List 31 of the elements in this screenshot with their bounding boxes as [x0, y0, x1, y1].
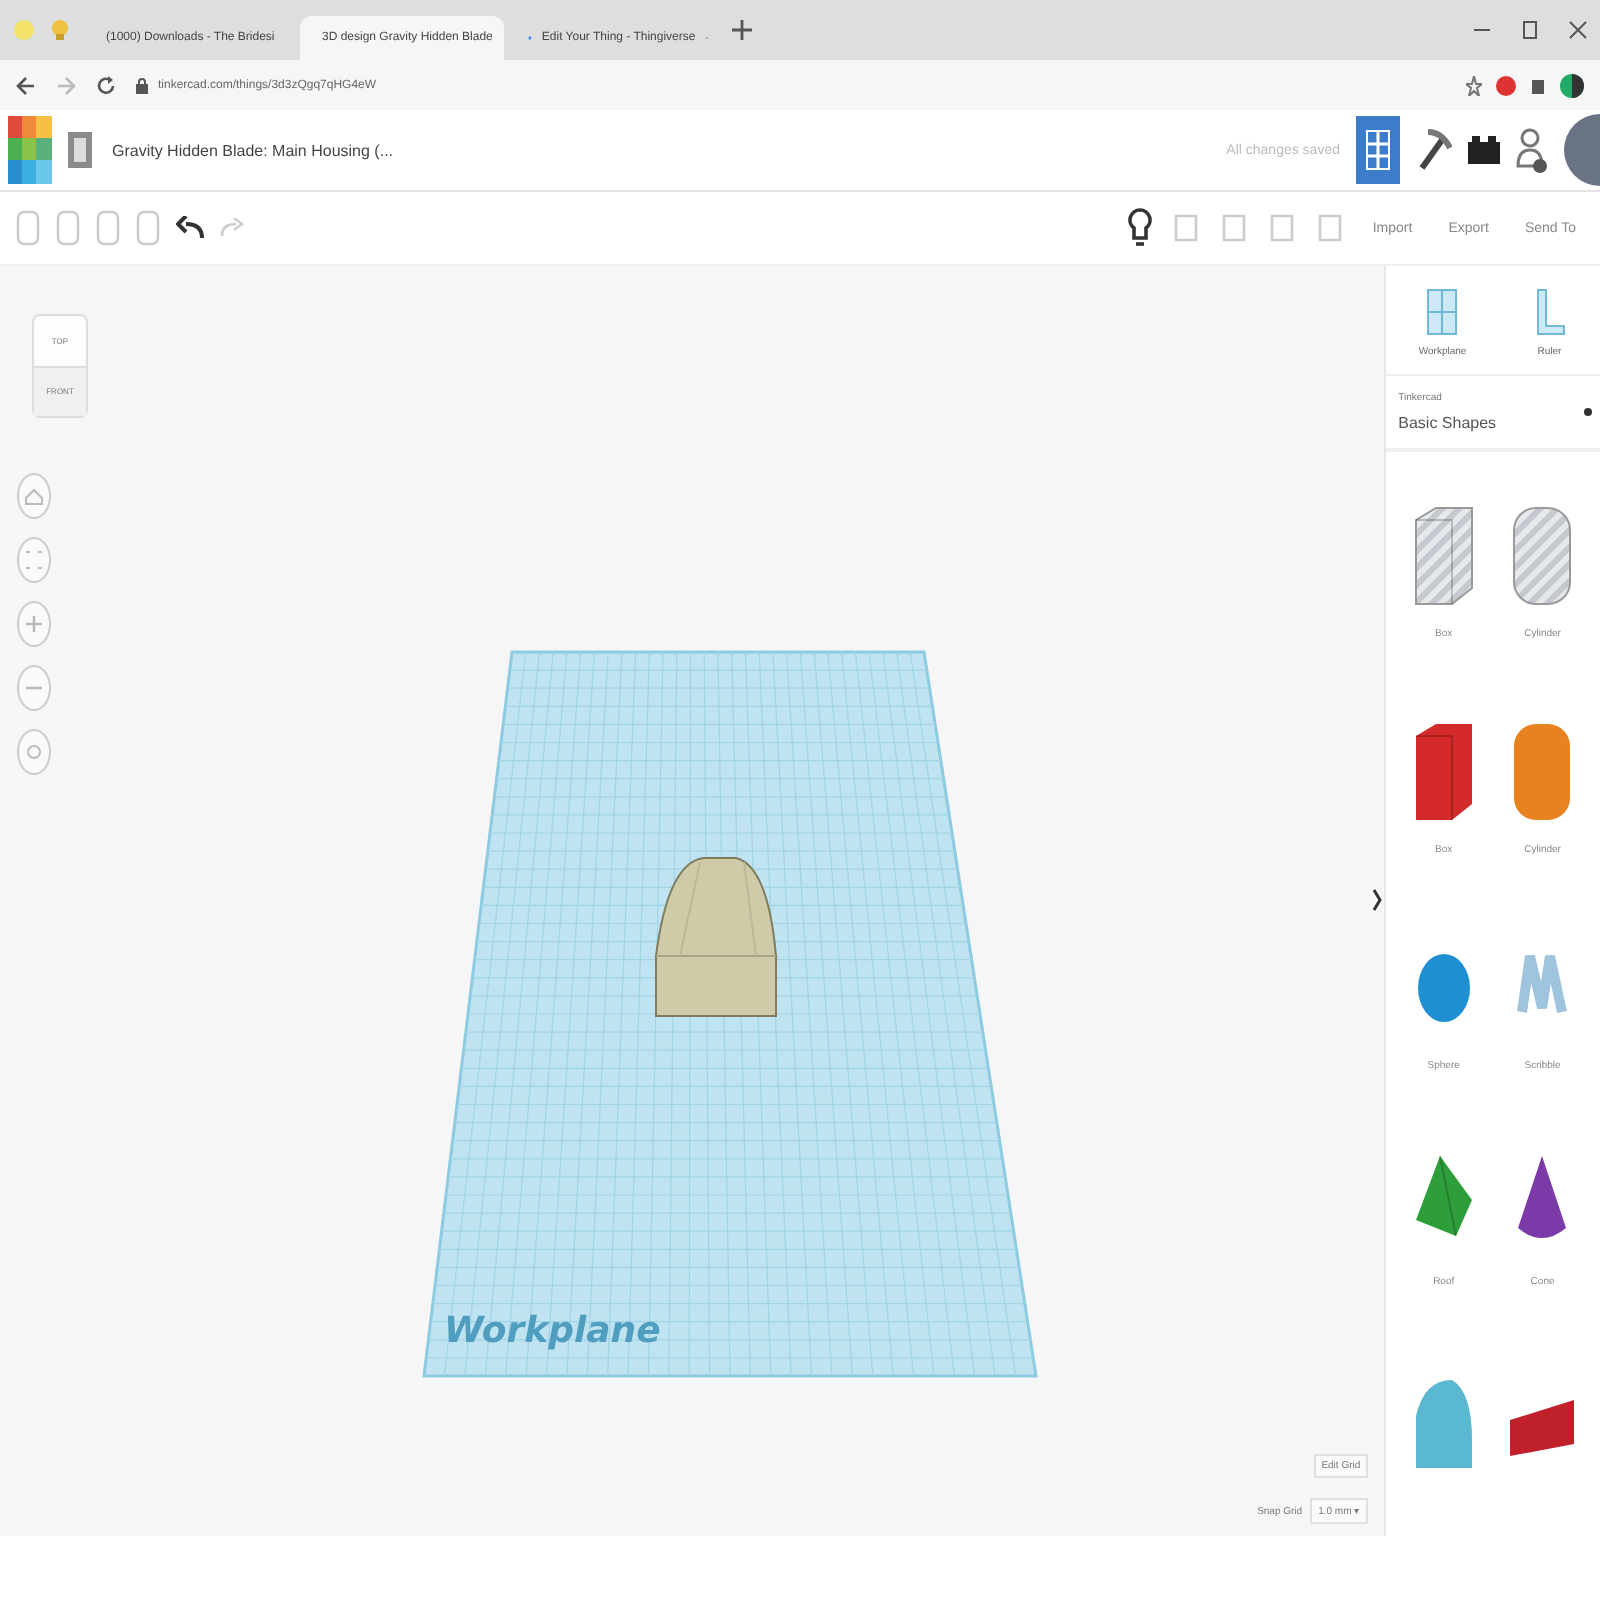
bulb-icon[interactable]: [48, 18, 72, 42]
reload-icon[interactable]: [96, 75, 116, 95]
chevron-icon: [1372, 888, 1383, 912]
restore-icon[interactable]: [1520, 20, 1540, 40]
zoom-in-icon[interactable]: [16, 600, 52, 648]
redo-icon[interactable]: [220, 218, 244, 238]
user-add-icon[interactable]: [1516, 126, 1548, 174]
home-icon[interactable]: [16, 472, 52, 520]
grid-icon: [1366, 130, 1390, 170]
workplane-label: Workplane: [444, 1310, 661, 1352]
lightbulb-icon[interactable]: [1128, 208, 1153, 248]
orbit-icon[interactable]: [16, 728, 52, 776]
forward-icon[interactable]: [56, 75, 76, 95]
collapse-handle[interactable]: [1372, 886, 1385, 914]
stop-icon[interactable]: [1496, 73, 1516, 97]
zoom-out-icon[interactable]: [16, 664, 52, 712]
new-tab-icon[interactable]: [732, 20, 752, 40]
pickaxe-icon[interactable]: [1416, 128, 1452, 172]
bricks-icon[interactable]: [1468, 136, 1500, 164]
circle-icon[interactable]: [1560, 73, 1584, 97]
fit-icon[interactable]: [16, 536, 52, 584]
back-icon[interactable]: [16, 75, 36, 95]
grid-view-button[interactable]: [1356, 116, 1400, 184]
workplane-icon: [1424, 286, 1461, 338]
tinkercad-logo-icon[interactable]: [8, 116, 52, 184]
design-icon[interactable]: [68, 132, 92, 168]
undo-icon[interactable]: [176, 216, 204, 240]
design-title[interactable]: Gravity Hidden Blade: Main Housing (...: [112, 141, 394, 159]
star-icon[interactable]: [1466, 75, 1482, 95]
lock-icon: [136, 77, 148, 93]
ruler-icon: [1531, 286, 1568, 338]
